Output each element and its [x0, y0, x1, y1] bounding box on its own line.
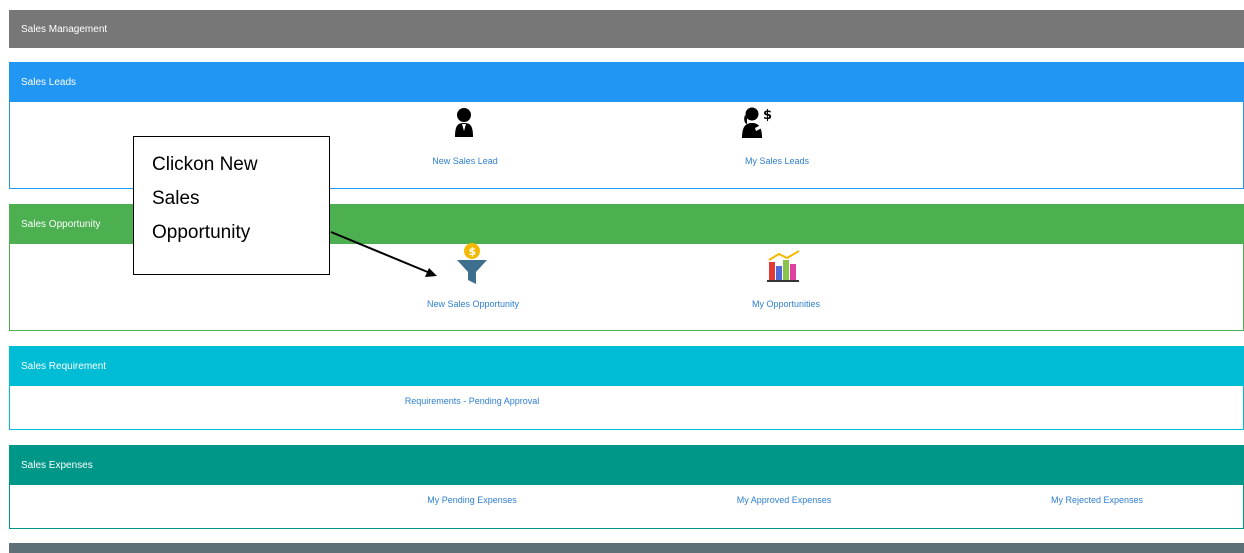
sales-expenses-title: Sales Expenses: [21, 459, 93, 471]
my-opportunities-link[interactable]: My Opportunities: [752, 299, 820, 309]
footer-bar: [9, 543, 1244, 553]
callout-line-3: Opportunity: [152, 222, 251, 243]
sales-expenses-panel: My Pending Expenses My Approved Expenses…: [9, 485, 1244, 529]
svg-text:$: $: [763, 108, 772, 123]
sales-leads-title: Sales Leads: [21, 76, 77, 88]
my-rejected-expenses-link[interactable]: My Rejected Expenses: [1051, 495, 1143, 505]
sales-requirement-panel: Requirements - Pending Approval: [9, 386, 1244, 430]
bar-chart-icon[interactable]: [765, 248, 805, 282]
callout-line-2: Sales: [152, 188, 200, 209]
requirements-pending-approval-link[interactable]: Requirements - Pending Approval: [405, 396, 540, 406]
instruction-callout: Clickon New Sales Opportunity: [133, 136, 330, 275]
sales-leads-header[interactable]: Sales Leads: [9, 62, 1244, 102]
sales-expenses-header[interactable]: Sales Expenses: [9, 445, 1244, 485]
sales-management-header: Sales Management: [9, 10, 1244, 48]
page-title: Sales Management: [21, 23, 108, 35]
new-sales-opportunity-link[interactable]: New Sales Opportunity: [427, 299, 519, 309]
person-icon[interactable]: [453, 107, 475, 137]
new-sales-lead-link[interactable]: New Sales Lead: [432, 156, 498, 166]
callout-line-1: Clickon New: [152, 154, 258, 175]
sales-requirement-header[interactable]: Sales Requirement: [9, 346, 1244, 386]
person-dollar-icon[interactable]: $: [741, 106, 773, 138]
my-approved-expenses-link[interactable]: My Approved Expenses: [737, 495, 832, 505]
my-sales-leads-link[interactable]: My Sales Leads: [745, 156, 809, 166]
svg-text:$: $: [469, 245, 477, 258]
sales-requirement-title: Sales Requirement: [21, 360, 107, 372]
sales-opportunity-title: Sales Opportunity: [21, 218, 101, 230]
my-pending-expenses-link[interactable]: My Pending Expenses: [427, 495, 517, 505]
funnel-dollar-icon[interactable]: $: [455, 242, 489, 286]
